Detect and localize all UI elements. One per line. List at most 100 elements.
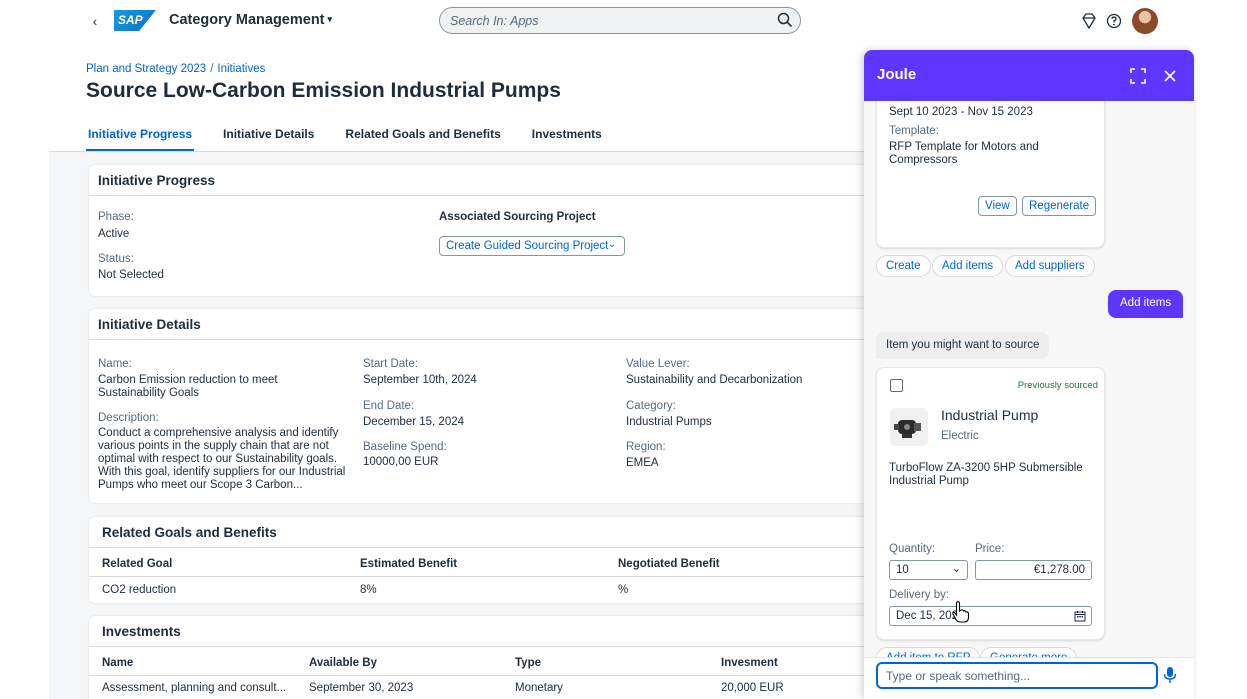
table-row[interactable]: CO2 reduction 8% % [89,577,879,603]
app-title-label: Category Management [169,12,325,28]
shell-bar: ‹ SAP Category Management ▾ [49,0,1194,42]
template-value: RFP Template for Motors and Compressors [889,141,1039,166]
category-label: Category: [626,400,676,412]
item-subtitle: Electric [941,430,979,442]
sap-logo: SAP [114,10,156,31]
column-header: Available By [309,657,377,669]
card-title: Related Goals and Benefits [89,517,879,548]
card-title: Investments [89,616,879,647]
start-date-value: September 10th, 2024 [363,374,477,386]
generate-more-pill[interactable]: Generate more [980,647,1078,657]
breadcrumb-link-initiatives[interactable]: Initiatives [217,63,265,75]
user-avatar[interactable] [1132,8,1158,34]
tab-bar: Initiative Progress Initiative Details R… [86,120,631,152]
chevron-down-icon: ⌄ [607,239,616,250]
card-title: Initiative Progress [89,165,879,196]
template-label: Template: [889,125,939,137]
help-icon[interactable] [1105,12,1123,30]
column-header: Related Goal [102,558,173,570]
investments-card: Investments Name Available By Type Inves… [89,616,879,699]
baseline-spend-label: Baseline Spend: [363,441,447,453]
tab-related-goals[interactable]: Related Goals and Benefits [343,120,502,151]
end-date-value: December 15, 2024 [363,416,465,428]
chat-input[interactable] [876,662,1158,689]
item-name: Industrial Pump [941,407,1039,423]
table-cell: Monetary [515,682,563,694]
rfp-dates: Sept 10 2023 - Nov 15 2023 [889,106,1033,118]
table-cell: Assessment, planning and consult... [102,682,287,694]
tab-initiative-progress[interactable]: Initiative Progress [86,120,195,151]
item-card: Previously sourced Industrial Pump Elect… [876,367,1105,640]
calendar-icon[interactable] [1074,610,1086,622]
user-message: Add items [1108,290,1184,318]
item-select-checkbox[interactable] [890,379,903,392]
search-input[interactable] [450,12,770,30]
joule-input-bar [864,657,1194,699]
status-value: Not Selected [98,269,164,281]
search-field[interactable] [439,7,801,34]
category-value: Industrial Pumps [626,416,712,428]
start-date-label: Start Date: [363,358,418,370]
end-date-label: End Date: [363,400,415,412]
delivery-date-value: Dec 15, 2024 [896,610,965,622]
description-value: Conduct a comprehensive analysis and ide… [98,427,346,491]
price-label: Price: [975,543,1005,555]
close-icon[interactable] [1161,67,1179,85]
joule-title: Joule [877,66,917,83]
quantity-label: Quantity: [889,543,936,555]
associated-sourcing-label: Associated Sourcing Project [439,211,596,223]
price-input[interactable]: €1,278.00 [975,560,1092,580]
joule-panel: Joule Sept 10 2023 - Nov 15 2023 Templat… [864,50,1194,699]
initiative-details-card: Initiative Details Name: Carbon Emission… [89,309,879,503]
quantity-select[interactable]: 10 ⌄ [889,560,968,580]
joule-diamond-icon[interactable] [1080,12,1098,30]
delivery-date-picker[interactable]: Dec 15, 2024 [889,606,1092,626]
table-cell: % [618,584,629,596]
table-cell: 8% [360,584,377,596]
page-title: Source Low-Carbon Emission Industrial Pu… [86,79,561,102]
chevron-down-icon: ▾ [327,14,333,24]
column-header: Type [515,657,541,669]
add-item-to-rfp-pill[interactable]: Add item to RFP [876,647,981,657]
joule-header: Joule [864,50,1194,101]
status-label: Status: [98,253,134,265]
search-icon[interactable] [777,12,793,28]
related-goals-card: Related Goals and Benefits Related Goal … [89,517,879,603]
chevron-down-icon: ⌄ [951,563,961,575]
create-action-pill[interactable]: Create [876,255,931,277]
column-header: Negotiated Benefit [618,558,720,570]
fullscreen-icon[interactable] [1129,67,1147,85]
value-lever-label: Value Lever: [626,358,690,370]
pump-icon [894,420,921,438]
price-value: €1,278.00 [1033,564,1085,576]
table-cell: September 30, 2023 [309,682,414,694]
create-sourcing-project-button[interactable]: Create Guided Sourcing Project ⌄ [439,236,625,256]
card-title: Initiative Details [89,309,879,340]
breadcrumb: Plan and Strategy 2023 /Initiatives [86,63,265,75]
item-description: TurboFlow ZA-3200 5HP Submersible Indust… [889,462,1083,487]
name-value: Carbon Emission reduction to meet Sustai… [98,374,278,399]
phase-label: Phase: [98,211,134,223]
breadcrumb-separator: / [210,63,214,75]
table-row[interactable]: Assessment, planning and consult... Sept… [89,675,879,699]
table-header: Name Available By Type Invesment [89,650,879,676]
column-header: Invesment [721,657,778,669]
tab-initiative-details[interactable]: Initiative Details [221,120,316,151]
pump-image [890,408,928,446]
tab-investments[interactable]: Investments [530,120,604,151]
joule-conversation: Sept 10 2023 - Nov 15 2023 Template: RFP… [864,101,1194,657]
add-suppliers-action-pill[interactable]: Add suppliers [1005,255,1095,277]
phase-value: Active [98,228,130,240]
app-title-menu[interactable]: Category Management ▾ [169,12,332,28]
breadcrumb-link-plan[interactable]: Plan and Strategy 2023 [86,63,206,75]
back-button[interactable]: ‹ [85,11,105,31]
view-button[interactable]: View [978,196,1017,216]
quantity-value: 10 [896,564,909,576]
left-margin [0,0,49,699]
column-header: Estimated Benefit [360,558,458,570]
microphone-icon[interactable] [1163,666,1177,684]
table-header: Related Goal Estimated Benefit Negotiate… [89,551,879,577]
regenerate-button[interactable]: Regenerate [1022,196,1097,216]
add-items-action-pill[interactable]: Add items [932,255,1004,277]
region-label: Region: [626,441,666,453]
